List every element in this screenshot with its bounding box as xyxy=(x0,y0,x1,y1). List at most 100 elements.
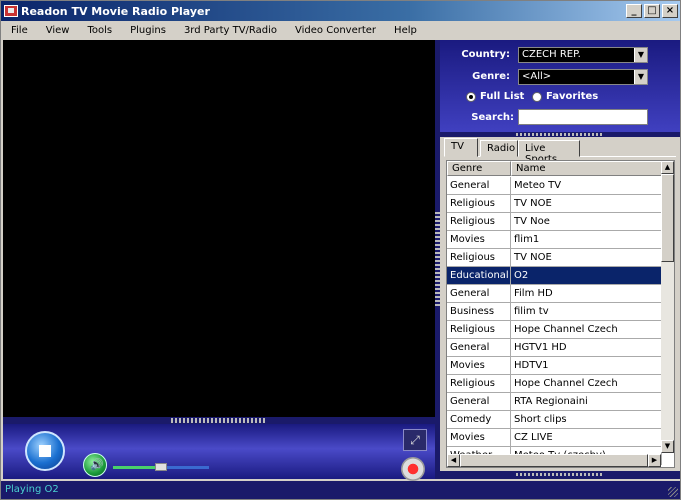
name-cell: O2 xyxy=(511,267,662,284)
maximize-button[interactable]: □ xyxy=(644,4,660,18)
column-header-genre[interactable]: Genre xyxy=(447,161,511,176)
table-row[interactable]: General HGTV1 HD xyxy=(447,339,662,357)
name-cell: Short clips xyxy=(511,411,662,428)
table-row[interactable]: General RTA Regionaini xyxy=(447,393,662,411)
menu-file[interactable]: File xyxy=(1,25,36,36)
speaker-glyph: 🔊 xyxy=(90,458,104,471)
name-cell: Film HD xyxy=(511,285,662,302)
window-title: Readon TV Movie Radio Player xyxy=(21,4,210,18)
genre-cell: Comedy xyxy=(447,411,511,428)
genre-select[interactable]: <All> ▼ xyxy=(518,69,648,85)
chevron-down-icon[interactable]: ▼ xyxy=(634,70,647,84)
genre-cell: Educational xyxy=(447,267,511,284)
vertical-scrollbar[interactable]: ▲ ▼ xyxy=(661,161,674,453)
menu-bar: File View Tools Plugins 3rd Party TV/Rad… xyxy=(1,21,680,39)
radio-checked-icon xyxy=(466,91,476,102)
scroll-down-icon[interactable]: ▼ xyxy=(661,440,674,453)
horizontal-scrollbar[interactable]: ◀ ▶ xyxy=(447,454,661,467)
genre-cell: Religious xyxy=(447,249,511,266)
player-controls: 🔊 ⤢ xyxy=(3,424,435,481)
genre-cell: Religious xyxy=(447,213,511,230)
volume-fill xyxy=(113,466,161,469)
close-button[interactable]: × xyxy=(662,4,678,18)
table-row[interactable]: Comedy Short clips xyxy=(447,411,662,429)
country-select[interactable]: CZECH REP. ▼ xyxy=(518,47,648,63)
fullscreen-icon[interactable]: ⤢ xyxy=(403,429,427,451)
table-row[interactable]: Religious TV NOE xyxy=(447,249,662,267)
channel-grid: Genre Name General Meteo TV Religious TV NO… xyxy=(446,160,675,468)
splitter-grip[interactable] xyxy=(516,473,602,476)
splitter-grip[interactable] xyxy=(516,133,602,136)
menu-video-converter[interactable]: Video Converter xyxy=(285,25,384,36)
genre-cell: Movies xyxy=(447,429,511,446)
name-cell: CZ LIVE xyxy=(511,429,662,446)
search-label: Search: xyxy=(471,112,514,123)
table-row[interactable]: Educational O2 xyxy=(447,267,662,285)
genre-cell: Religious xyxy=(447,375,511,392)
table-row[interactable]: General Film HD xyxy=(447,285,662,303)
menu-3rd-party[interactable]: 3rd Party TV/Radio xyxy=(174,25,285,36)
table-row[interactable]: Movies CZ LIVE xyxy=(447,429,662,447)
horizontal-scroll-thumb[interactable] xyxy=(460,454,648,467)
name-cell: flim1 xyxy=(511,231,662,248)
chevron-down-icon[interactable]: ▼ xyxy=(634,48,647,62)
status-bar: Playing O2 xyxy=(1,481,680,499)
genre-cell: Religious xyxy=(447,195,511,212)
volume-slider-thumb[interactable] xyxy=(155,463,167,471)
table-row[interactable]: Religious TV Noe xyxy=(447,213,662,231)
full-list-label: Full List xyxy=(480,91,525,102)
vertical-scroll-thumb[interactable] xyxy=(661,174,674,262)
column-header-name[interactable]: Name xyxy=(511,161,662,176)
list-splitter[interactable] xyxy=(440,471,680,479)
scroll-right-icon[interactable]: ▶ xyxy=(648,454,661,467)
minimize-button[interactable]: _ xyxy=(626,4,642,18)
video-display[interactable] xyxy=(3,40,435,417)
genre-cell: Movies xyxy=(447,231,511,248)
genre-cell: Religious xyxy=(447,321,511,338)
menu-help[interactable]: Help xyxy=(384,25,425,36)
name-cell: HDTV1 xyxy=(511,357,662,374)
resize-grip-icon[interactable] xyxy=(668,487,678,497)
genre-cell: General xyxy=(447,177,511,194)
genre-cell: Business xyxy=(447,303,511,320)
title-bar[interactable]: Readon TV Movie Radio Player _ □ × xyxy=(1,1,680,21)
name-cell: Hope Channel Czech xyxy=(511,375,662,392)
tab-tv[interactable]: TV xyxy=(444,138,478,157)
genre-cell: General xyxy=(447,285,511,302)
table-row[interactable]: Business filim tv xyxy=(447,303,662,321)
scroll-left-icon[interactable]: ◀ xyxy=(447,454,460,467)
country-value: CZECH REP. xyxy=(522,49,581,60)
search-input[interactable] xyxy=(518,109,648,125)
filter-panel: Country: CZECH REP. ▼ Genre: <All> ▼ Ful… xyxy=(440,40,680,132)
country-label: Country: xyxy=(461,49,510,60)
video-splitter[interactable] xyxy=(3,417,435,424)
menu-tools[interactable]: Tools xyxy=(77,25,120,36)
stop-icon[interactable] xyxy=(25,431,65,471)
genre-cell: General xyxy=(447,393,511,410)
speaker-icon[interactable]: 🔊 xyxy=(83,453,107,477)
table-row[interactable]: Movies HDTV1 xyxy=(447,357,662,375)
name-cell: Hope Channel Czech xyxy=(511,321,662,338)
radio-unchecked-icon xyxy=(532,91,542,102)
splitter-grip[interactable] xyxy=(171,418,267,423)
status-text: Playing O2 xyxy=(5,484,59,495)
table-row[interactable]: Religious Hope Channel Czech xyxy=(447,321,662,339)
name-cell: Meteo TV xyxy=(511,177,662,194)
record-icon[interactable] xyxy=(401,457,425,481)
genre-label: Genre: xyxy=(472,71,510,82)
tab-live-sports[interactable]: Live Sports xyxy=(518,140,580,165)
menu-view[interactable]: View xyxy=(36,25,78,36)
menu-plugins[interactable]: Plugins xyxy=(120,25,174,36)
favorites-label: Favorites xyxy=(546,91,599,102)
name-cell: filim tv xyxy=(511,303,662,320)
table-row[interactable]: Religious Hope Channel Czech xyxy=(447,375,662,393)
table-row[interactable]: Movies flim1 xyxy=(447,231,662,249)
name-cell: TV Noe xyxy=(511,213,662,230)
table-row[interactable]: General Meteo TV xyxy=(447,177,662,195)
scroll-up-icon[interactable]: ▲ xyxy=(661,161,674,174)
full-list-radio[interactable]: Full List xyxy=(466,91,524,102)
name-cell: RTA Regionaini xyxy=(511,393,662,410)
table-row[interactable]: Religious TV NOE xyxy=(447,195,662,213)
favorites-radio[interactable]: Favorites xyxy=(532,91,598,102)
tab-radio[interactable]: Radio xyxy=(480,140,518,157)
